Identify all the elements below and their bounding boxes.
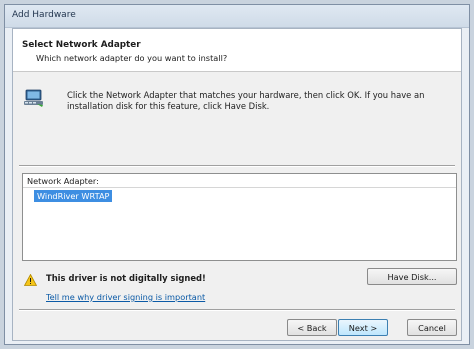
warning-text: This driver is not digitally signed! — [46, 273, 206, 283]
back-button[interactable]: < Back — [287, 319, 337, 336]
list-item[interactable]: WindRiver WRTAP — [34, 190, 113, 202]
wizard-header: Select Network Adapter Which network ada… — [13, 29, 461, 72]
warning-icon — [24, 274, 37, 286]
network-adapter-list[interactable]: Network Adapter: WindRiver WRTAP — [22, 173, 457, 261]
instruction-text: Click the Network Adapter that matches y… — [67, 90, 425, 111]
window-title: Add Hardware — [12, 10, 76, 20]
next-button[interactable]: Next > — [338, 319, 388, 336]
separator — [19, 165, 455, 167]
dialog-window: Add Hardware Select Network Adapter Whic… — [4, 4, 470, 345]
cancel-button[interactable]: Cancel — [407, 319, 457, 336]
page-subtitle: Which network adapter do you want to ins… — [36, 53, 228, 63]
page-title: Select Network Adapter — [22, 40, 141, 50]
title-bar[interactable]: Add Hardware — [5, 5, 469, 28]
list-header[interactable]: Network Adapter: — [23, 174, 456, 188]
separator — [19, 309, 455, 311]
list-header-label: Network Adapter: — [27, 176, 99, 186]
network-adapter-icon — [24, 89, 43, 107]
driver-signing-link[interactable]: Tell me why driver signing is important — [46, 292, 205, 302]
have-disk-button[interactable]: Have Disk... — [367, 268, 457, 285]
dialog-content: Select Network Adapter Which network ada… — [12, 28, 462, 341]
